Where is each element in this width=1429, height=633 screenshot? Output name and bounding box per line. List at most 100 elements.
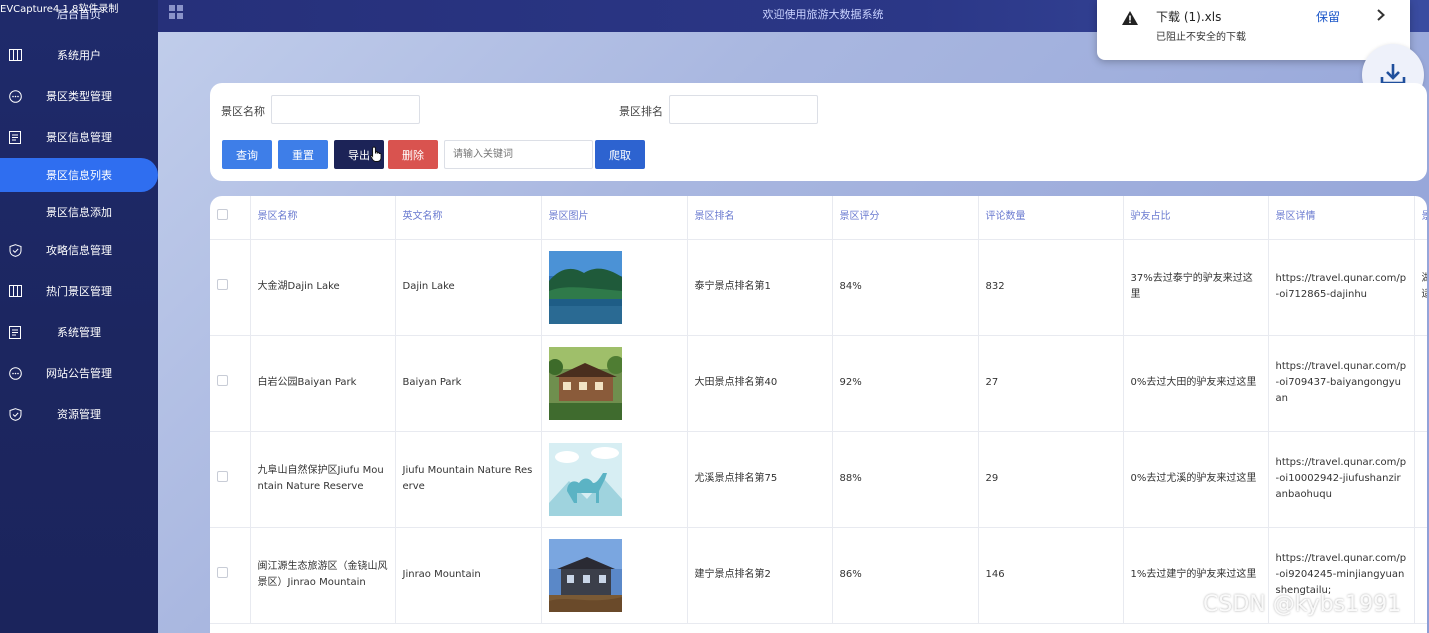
chevron-right-icon[interactable] — [1375, 8, 1387, 22]
cell-comments: 832 — [978, 239, 1124, 336]
download-message: 已阻止不安全的下载 — [1156, 32, 1246, 43]
warning-icon — [1121, 10, 1139, 26]
download-filename: 下载 (1).xls — [1156, 10, 1222, 24]
document-icon — [8, 130, 22, 144]
cell-name: 大金湖Dajin Lake — [250, 239, 396, 336]
cell-rank: 尤溪景点排名第75 — [687, 431, 833, 528]
cell-extra — [1414, 431, 1427, 528]
column-header[interactable]: 驴友占比 — [1123, 196, 1269, 240]
cell-en-name: Dajin Lake — [395, 239, 542, 336]
keyword-input[interactable] — [444, 140, 593, 169]
camel-placeholder[interactable] — [548, 442, 622, 516]
sidebar-item-hot-scenic[interactable]: 热门景区管理 — [0, 273, 158, 309]
chat-icon — [8, 366, 22, 380]
cell-detail: https://travel.qunar.com/p-oi712865-daji… — [1268, 239, 1415, 336]
table-row: 白岩公园Baiyan Park Baiyan Park 大田景点排名第40 92… — [210, 335, 1427, 432]
query-button[interactable]: 查询 — [222, 140, 272, 169]
data-table-panel: 景区名称 英文名称 景区图片 景区排名 景区评分 评论数量 驴友占比 景区详情 … — [210, 196, 1427, 633]
table-header-row: 景区名称 英文名称 景区图片 景区排名 景区评分 评论数量 驴友占比 景区详情 … — [210, 196, 1427, 240]
column-header[interactable]: 景区排名 — [687, 196, 833, 240]
cell-rank: 建宁景点排名第2 — [687, 527, 833, 624]
row-checkbox[interactable] — [217, 278, 228, 290]
sidebar-item-label: 资源管理 — [57, 408, 101, 421]
cell-en-name: Jiufu Mountain Nature Reserve — [395, 431, 542, 528]
search-panel: 景区名称 景区排名 查询 重置 导出 删除 爬取 — [210, 83, 1427, 181]
cell-extra: 湖会适 — [1414, 239, 1427, 336]
cell-extra — [1414, 335, 1427, 432]
cell-en-name: Jinrao Mountain — [395, 527, 542, 624]
columns-icon — [8, 284, 22, 298]
park-photo[interactable] — [548, 346, 622, 420]
cell-comments: 146 — [978, 527, 1124, 624]
column-header[interactable]: 景区图片 — [541, 196, 688, 240]
cell-comments: 27 — [978, 335, 1124, 432]
document-icon — [8, 325, 22, 339]
scenic-rank-label: 景区排名 — [619, 105, 663, 118]
cell-name: 九阜山自然保护区Jiufu Mountain Nature Reserve — [250, 431, 396, 528]
column-header[interactable]: 景区详情 — [1268, 196, 1415, 240]
table-row: 大金湖Dajin Lake Dajin Lake 泰宁景点排名第1 84% 83… — [210, 239, 1427, 336]
sidebar-item-announcements[interactable]: 网站公告管理 — [0, 355, 158, 391]
recorder-watermark: EVCapture4.1.8软件录制 — [0, 4, 119, 15]
reset-button[interactable]: 重置 — [278, 140, 328, 169]
sidebar-item-resources[interactable]: 资源管理 — [0, 396, 158, 432]
sidebar-item-label: 系统管理 — [57, 326, 101, 339]
scenic-name-input[interactable] — [271, 95, 420, 124]
cell-score: 86% — [832, 527, 979, 624]
column-header[interactable]: 英文名称 — [395, 196, 542, 240]
sidebar-item-scenic-type[interactable]: 景区类型管理 — [0, 78, 158, 114]
cell-en-name: Baiyan Park — [395, 335, 542, 432]
sidebar-item-label: 攻略信息管理 — [46, 244, 112, 257]
download-popup: 下载 (1).xls 已阻止不安全的下载 保留 — [1097, 0, 1410, 60]
table-row: 九阜山自然保护区Jiufu Mountain Nature Reserve Ji… — [210, 431, 1427, 528]
shield-icon — [8, 243, 22, 257]
column-header[interactable]: 景区评分 — [832, 196, 979, 240]
cell-rank: 大田景点排名第40 — [687, 335, 833, 432]
select-all-checkbox[interactable] — [217, 208, 228, 220]
cell-extra — [1414, 527, 1427, 624]
cell-ratio: 0%去过尤溪的驴友来过这里 — [1123, 431, 1269, 528]
lake-photo[interactable] — [548, 250, 622, 324]
keep-button[interactable]: 保留 — [1316, 8, 1340, 25]
row-checkbox[interactable] — [217, 374, 228, 386]
row-checkbox[interactable] — [217, 566, 228, 578]
cell-detail: https://travel.qunar.com/p-oi709437-baiy… — [1268, 335, 1415, 432]
sidebar-item-system-users[interactable]: 系统用户 — [0, 37, 158, 73]
column-header[interactable]: 景区名称 — [250, 196, 396, 240]
columns-icon — [8, 48, 22, 62]
sidebar-item-scenic-add[interactable]: 景区信息添加 — [0, 195, 158, 229]
house-photo[interactable] — [548, 538, 622, 612]
sidebar-item-label: 景区类型管理 — [46, 90, 112, 103]
sidebar-item-label: 系统用户 — [57, 49, 101, 62]
cell-comments: 29 — [978, 431, 1124, 528]
column-header[interactable]: 评论数量 — [978, 196, 1124, 240]
sidebar-item-scenic-info[interactable]: 景区信息管理 — [0, 119, 158, 155]
shield-icon — [8, 407, 22, 421]
sidebar-item-label: 热门景区管理 — [46, 285, 112, 298]
row-checkbox[interactable] — [217, 470, 228, 482]
crawl-button[interactable]: 爬取 — [595, 140, 645, 169]
chat-icon — [8, 89, 22, 103]
csdn-watermark: CSDN @kybs1991 — [1203, 592, 1402, 617]
hand-cursor-icon — [370, 146, 382, 162]
cell-score: 92% — [832, 335, 979, 432]
sidebar-item-label: 网站公告管理 — [46, 367, 112, 380]
sidebar: 后台首页 系统用户 景区类型管理 景区信息管理 景区信息列表 景区信息添加 攻略… — [0, 0, 158, 633]
cell-detail: https://travel.qunar.com/p-oi10002942-ji… — [1268, 431, 1415, 528]
scenic-rank-input[interactable] — [669, 95, 818, 124]
scenic-name-label: 景区名称 — [221, 105, 265, 118]
cell-score: 84% — [832, 239, 979, 336]
cell-name: 白岩公园Baiyan Park — [250, 335, 396, 432]
sidebar-item-guides[interactable]: 攻略信息管理 — [0, 232, 158, 268]
sidebar-item-system[interactable]: 系统管理 — [0, 314, 158, 350]
sidebar-item-label: 景区信息管理 — [46, 131, 112, 144]
cell-ratio: 0%去过大田的驴友来过这里 — [1123, 335, 1269, 432]
cell-rank: 泰宁景点排名第1 — [687, 239, 833, 336]
sidebar-item-scenic-list[interactable]: 景区信息列表 — [0, 158, 158, 192]
cell-name: 闽江源生态旅游区（金铙山风景区）Jinrao Mountain — [250, 527, 396, 624]
scenic-table: 景区名称 英文名称 景区图片 景区排名 景区评分 评论数量 驴友占比 景区详情 … — [210, 196, 1427, 624]
column-header[interactable]: 景 — [1414, 196, 1427, 240]
cell-ratio: 37%去过泰宁的驴友来过这里 — [1123, 239, 1269, 336]
delete-button[interactable]: 删除 — [388, 140, 438, 169]
cell-score: 88% — [832, 431, 979, 528]
